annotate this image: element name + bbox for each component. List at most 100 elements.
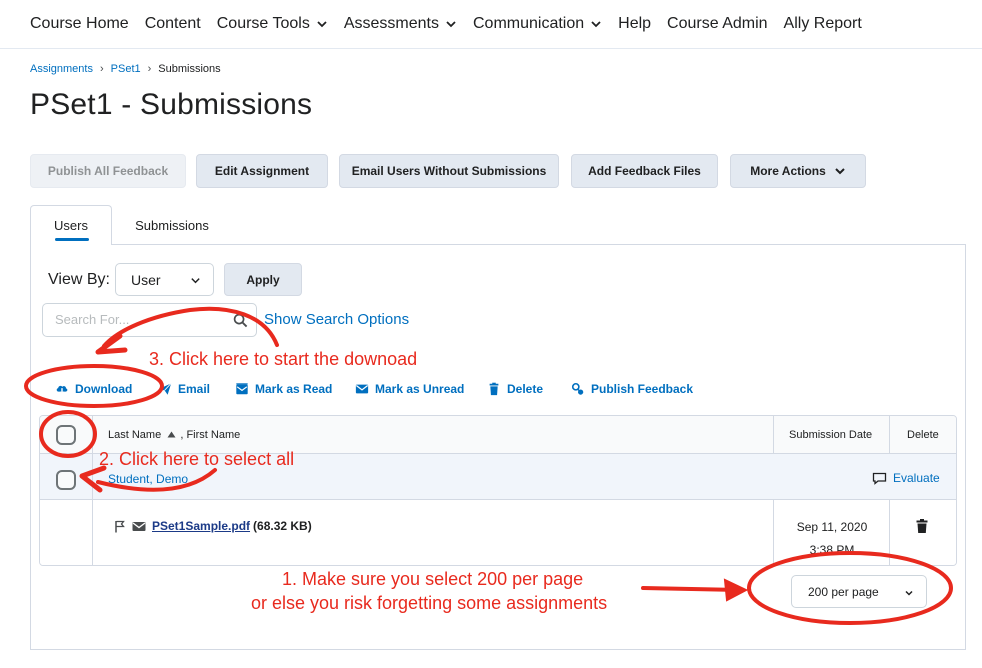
sort-ascending-icon [167,431,176,438]
column-divider [773,416,774,454]
chevron-down-icon [317,21,327,28]
name-column-header[interactable]: Last Name , First Name [108,429,240,441]
delete-column-header: Delete [907,429,939,441]
page-title: PSet1 - Submissions [30,88,313,121]
email-users-label: Email Users Without Submissions [351,164,547,178]
add-feedback-files-button[interactable]: Add Feedback Files [571,154,718,188]
nav-ally-report-label: Ally Report [783,15,862,32]
email-users-without-submissions-button[interactable]: Email Users Without Submissions [339,154,559,188]
nav-course-home[interactable]: Course Home [30,15,129,33]
more-actions-label: More Actions [750,164,826,178]
chevron-down-icon [591,21,601,28]
nav-content-label: Content [144,15,201,32]
nav-ally-report[interactable]: Ally Report [784,15,862,33]
top-navigation: Course Home Content Course Tools Assessm… [0,0,982,49]
mark-as-read-button[interactable]: Mark as Read [235,381,332,397]
nav-course-tools[interactable]: Course Tools [217,15,328,33]
per-page-value: 200 per page [808,584,879,599]
envelope-icon [355,384,369,394]
chat-bubble-icon [872,472,887,485]
nav-course-home-label: Course Home [30,15,129,32]
publish-all-feedback-button[interactable]: Publish All Feedback [30,154,186,188]
email-button[interactable]: Email [158,381,210,397]
annotation-step1-line1: 1. Make sure you select 200 per page [282,569,584,589]
evaluate-link[interactable]: Evaluate [872,471,940,485]
nav-course-admin[interactable]: Course Admin [667,15,768,33]
chevron-down-icon [446,21,456,28]
nav-help[interactable]: Help [618,15,651,33]
column-divider [889,500,890,565]
breadcrumb-separator: › [147,63,152,75]
annotation-step1-line2: or else you risk forgetting some assignm… [251,593,608,613]
search-box [42,303,257,337]
open-envelope-icon [236,383,248,395]
nav-assessments-label: Assessments [343,15,439,32]
nav-course-tools-label: Course Tools [216,15,310,32]
trash-icon [489,382,499,396]
mark-as-read-label: Mark as Read [255,382,333,396]
view-by-selected-value: User [131,271,161,288]
search-icon[interactable] [233,313,248,328]
publish-feedback-label: Publish Feedback [591,382,694,396]
last-name-sort[interactable]: Last Name [108,429,161,441]
active-tab-indicator [55,238,89,241]
chevron-down-icon [905,590,913,596]
mark-as-unread-button[interactable]: Mark as Unread [355,381,464,397]
tab-users-label: Users [54,218,88,233]
add-feedback-files-label: Add Feedback Files [588,164,701,178]
apply-button[interactable]: Apply [224,263,302,296]
submission-date-time: 3:38 PM [809,543,855,557]
search-input[interactable] [55,312,225,327]
more-actions-button[interactable]: More Actions [730,154,866,188]
submission-file-size: (68.32 KB) [253,519,312,533]
publish-feedback-button[interactable]: Publish Feedback [571,381,693,397]
nav-content[interactable]: Content [145,15,201,33]
trash-icon[interactable] [916,519,928,533]
annotation-step2: 2. Click here to select all [99,449,295,469]
delete-button[interactable]: Delete [487,381,543,397]
student-row-checkbox[interactable] [56,470,76,490]
tab-joint [31,243,111,246]
nav-assessments[interactable]: Assessments [344,15,457,33]
first-name-sort[interactable]: , First Name [180,429,240,441]
view-by-select[interactable]: User [115,263,214,296]
breadcrumb-assignments[interactable]: Assignments [30,63,93,75]
download-button[interactable]: Download [55,381,132,397]
tab-submissions-label: Submissions [135,217,209,233]
submission-date-header[interactable]: Submission Date [789,429,872,441]
delete-label: Delete [507,382,544,396]
publish-all-feedback-label: Publish All Feedback [47,164,169,178]
submission-file: PSet1Sample.pdf (68.32 KB) [114,519,312,533]
breadcrumb-pset1[interactable]: PSet1 [111,63,141,75]
evaluate-label: Evaluate [893,471,940,485]
edit-assignment-button[interactable]: Edit Assignment [196,154,328,188]
download-label: Download [75,382,133,396]
submission-date: Sep 11, 2020 3:38 PM [778,516,886,562]
breadcrumb-separator: › [99,63,104,75]
show-search-options-link[interactable]: Show Search Options [264,311,409,328]
column-divider [773,500,774,565]
nav-course-admin-label: Course Admin [667,15,768,32]
send-icon [158,383,172,395]
chevron-down-icon [191,278,200,284]
chevron-down-icon [835,168,845,175]
tab-users[interactable]: Users [30,205,112,245]
column-divider [92,416,93,565]
view-by-label: View By: [48,271,110,288]
submission-file-link[interactable]: PSet1Sample.pdf [152,519,250,533]
column-divider [889,416,890,454]
edit-assignment-label: Edit Assignment [214,164,310,178]
submission-date-day: Sep 11, 2020 [796,520,868,534]
mark-as-unread-label: Mark as Unread [375,382,465,396]
nav-communication[interactable]: Communication [473,15,602,33]
cloud-download-icon [56,385,68,395]
publish-feedback-icon [571,382,584,395]
flag-icon[interactable] [114,520,126,533]
breadcrumb-current: Submissions [158,63,221,75]
student-name-link[interactable]: Student, Demo [108,472,188,486]
email-label: Email [178,382,211,396]
envelope-icon[interactable] [132,521,146,532]
per-page-select[interactable]: 200 per page [791,575,927,608]
select-all-checkbox[interactable] [56,425,76,445]
tab-submissions[interactable]: Submissions [122,205,222,245]
